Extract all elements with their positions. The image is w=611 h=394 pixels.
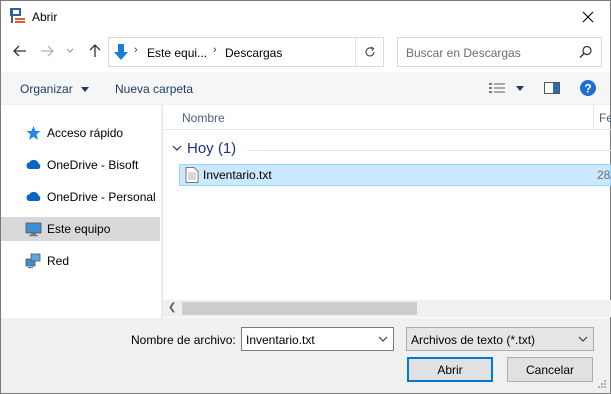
star-icon (26, 126, 41, 140)
file-type-select[interactable]: Archivos de texto (*.txt) (406, 327, 594, 351)
group-divider (247, 150, 611, 151)
cloud-icon (26, 159, 41, 169)
sidebar-item-label: Este equipo (47, 222, 111, 236)
caret-down-icon (516, 86, 525, 91)
chevron-down-icon[interactable] (378, 336, 388, 342)
filename-label: Nombre de archivo: (131, 333, 236, 347)
help-icon: ? (580, 80, 596, 96)
cloud-icon (26, 191, 41, 201)
horizontal-scrollbar[interactable]: ❮ (163, 300, 611, 317)
view-options-button[interactable] (489, 83, 525, 97)
cancel-button[interactable]: Cancelar (507, 357, 593, 382)
breadcrumb-descargas[interactable]: Descargas (225, 46, 282, 60)
search-box[interactable]: Buscar en Descargas (397, 37, 602, 67)
table-row[interactable]: Inventario.txt 28/ (179, 164, 611, 186)
navigation-bar: › Este equi... › Descargas Buscar en Des… (1, 32, 610, 72)
file-type-value: Archivos de texto (*.txt) (411, 333, 536, 347)
sidebar-item-label: Red (47, 254, 70, 268)
sidebar-item-this-pc[interactable]: Este equipo (1, 217, 160, 241)
breadcrumb-separator: › (213, 44, 217, 56)
forward-button[interactable] (38, 42, 56, 60)
organize-menu[interactable]: Organizar (20, 82, 90, 96)
close-icon (582, 11, 594, 23)
app-icon (10, 8, 25, 23)
close-button[interactable] (576, 6, 600, 28)
sidebar-item-quick-access[interactable]: Acceso rápido (1, 121, 160, 145)
search-icon (579, 45, 592, 58)
sidebar-item-onedrive-personal[interactable]: OneDrive - Personal (1, 185, 160, 209)
column-header-date[interactable]: Fec (599, 111, 611, 125)
file-name: Inventario.txt (203, 168, 272, 182)
scroll-left-icon[interactable]: ❮ (168, 302, 176, 313)
svg-text:?: ? (584, 82, 591, 96)
up-button[interactable] (86, 42, 104, 60)
file-list-pane: Nombre Fec Hoy (1) Inventario.txt 28/ ❮ (162, 105, 611, 318)
address-bar[interactable]: › Este equi... › Descargas (108, 37, 384, 67)
chevron-down-icon (578, 336, 588, 342)
refresh-icon (364, 46, 375, 57)
command-toolbar: Organizar Nueva carpeta ? (1, 72, 610, 105)
breadcrumb-este-equipo[interactable]: Este equi... (147, 46, 207, 60)
organize-label: Organizar (20, 82, 73, 96)
file-date: 28/ (597, 168, 611, 182)
details-view-icon (489, 83, 505, 93)
preview-pane-button[interactable] (544, 82, 560, 97)
search-input[interactable]: Buscar en Descargas (406, 46, 521, 60)
open-dialog: Abrir › Este equi... › Descargas Buscar … (0, 0, 611, 394)
downloads-icon (114, 44, 128, 60)
sidebar-item-label: OneDrive - Bisoft (47, 158, 139, 172)
computer-icon (25, 222, 42, 237)
filename-combobox[interactable]: Inventario.txt (241, 327, 394, 351)
sidebar-item-label: OneDrive - Personal (47, 190, 156, 204)
arrow-right-icon (41, 45, 54, 57)
breadcrumb-separator: › (134, 44, 138, 56)
sidebar-item-network[interactable]: Red (1, 249, 160, 273)
resize-grip-icon[interactable] (597, 379, 607, 389)
preview-pane-icon (544, 82, 560, 94)
dialog-footer: Nombre de archivo: Inventario.txt Archiv… (1, 318, 610, 393)
open-button[interactable]: Abrir (407, 357, 493, 382)
column-header-row: Nombre Fec (163, 105, 611, 130)
group-header-today[interactable]: Hoy (1) (187, 140, 236, 157)
navigation-pane: Acceso rápido OneDrive - Bisoft OneDrive… (1, 105, 161, 318)
text-file-icon (185, 167, 199, 183)
caret-down-icon (81, 87, 90, 93)
refresh-button[interactable] (355, 38, 383, 66)
recent-locations-button[interactable] (64, 42, 76, 60)
help-button[interactable]: ? (580, 80, 596, 99)
filename-field[interactable]: Inventario.txt (246, 333, 315, 347)
sidebar-item-label: Acceso rápido (47, 126, 124, 140)
network-icon (25, 253, 41, 269)
sidebar-item-onedrive-bisoft[interactable]: OneDrive - Bisoft (1, 153, 160, 177)
column-header-name[interactable]: Nombre (182, 111, 225, 125)
column-divider[interactable] (593, 105, 594, 130)
new-folder-button[interactable]: Nueva carpeta (115, 82, 193, 96)
scrollbar-thumb[interactable] (182, 302, 417, 315)
back-button[interactable] (11, 42, 29, 60)
arrow-up-icon (89, 44, 101, 57)
chevron-down-icon (66, 48, 74, 53)
title-bar: Abrir (1, 1, 610, 32)
arrow-left-icon (13, 45, 26, 57)
collapse-group-icon[interactable] (172, 145, 182, 152)
window-title: Abrir (32, 10, 58, 24)
